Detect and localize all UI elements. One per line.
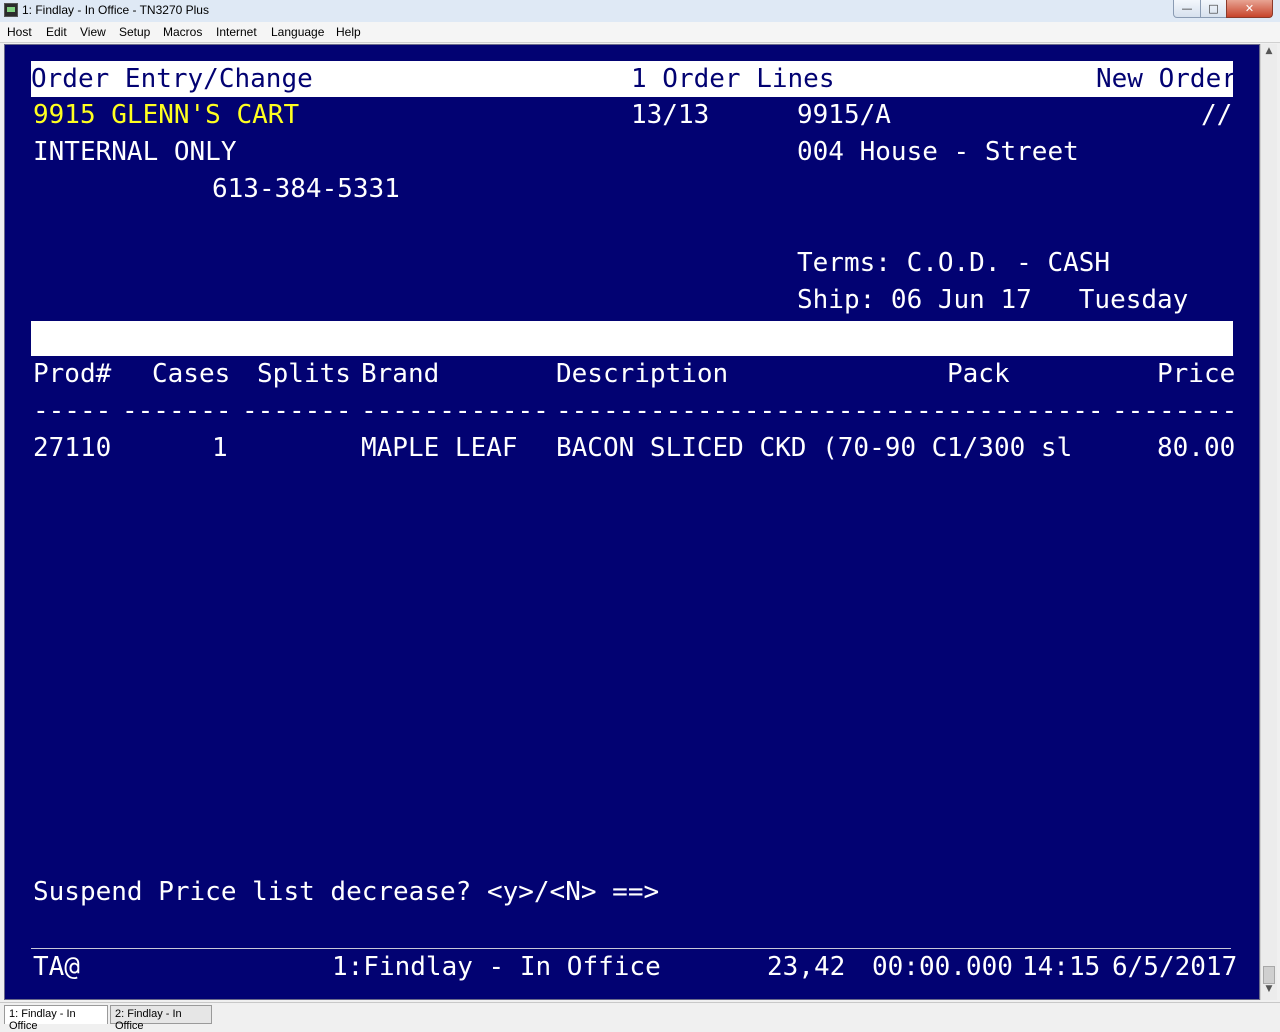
prompt-text[interactable]: Suspend Price list decrease? <y>/<N> ==>: [33, 876, 659, 908]
close-button[interactable]: ✕: [1226, 0, 1273, 18]
route-address: 004 House - Street: [797, 137, 1079, 167]
cell-price: 80.00: [1157, 433, 1236, 463]
screen-title: Order Entry/Change: [31, 64, 313, 94]
status-time: 14:15: [1022, 952, 1101, 982]
dash-prod: -----: [33, 396, 112, 426]
ship-date: Ship: 06 Jun 17 Tuesday: [797, 285, 1189, 315]
scroll-down-icon[interactable]: ▼: [1263, 984, 1275, 998]
menu-edit[interactable]: Edit: [46, 25, 67, 39]
column-prod: Prod#: [33, 359, 112, 389]
column-brand: Brand: [361, 359, 440, 389]
record-count: 13/13: [631, 100, 710, 130]
scroll-up-icon[interactable]: ▲: [1263, 46, 1275, 60]
window-title: 1: Findlay - In Office - TN3270 Plus: [22, 3, 209, 17]
status-session: 1:Findlay - In Office: [332, 952, 661, 982]
vertical-scrollbar[interactable]: ▲ ▼: [1260, 44, 1277, 1000]
account-number: 9915/A: [797, 100, 891, 130]
maximize-button[interactable]: □: [1200, 0, 1227, 18]
menu-macros[interactable]: Macros: [163, 25, 202, 39]
customer-note: INTERNAL ONLY: [33, 137, 237, 167]
tab-session-2[interactable]: 2: Findlay - In Office: [110, 1005, 212, 1032]
column-splits: Splits: [257, 359, 351, 389]
menu-language[interactable]: Language: [271, 25, 324, 39]
status-left: TA@: [33, 952, 80, 982]
title-bar: 1: Findlay - In Office - TN3270 Plus — □…: [0, 0, 1280, 23]
cell-description: BACON SLICED CKD (70-90 C: [556, 433, 948, 463]
dash-cases: -------: [122, 396, 232, 426]
column-cases: Cases: [152, 359, 231, 389]
date-field: //: [1201, 100, 1233, 130]
column-price: Price: [1157, 359, 1236, 389]
app-icon[interactable]: [4, 3, 18, 17]
cursor-position: 23,42: [767, 952, 846, 982]
cell-brand: MAPLE LEAF: [361, 433, 518, 463]
menu-internet[interactable]: Internet: [216, 25, 257, 39]
status-date: 6/5/2017: [1112, 952, 1238, 982]
tab-session-1[interactable]: 1: Findlay - In Office: [4, 1005, 108, 1032]
dash-price: --------: [1112, 396, 1238, 426]
dash-pack: ----------: [947, 396, 1104, 426]
status-timer: 00:00.000: [872, 952, 1013, 982]
menu-help[interactable]: Help: [336, 25, 361, 39]
session-tabs: 1: Findlay - In Office 2: Findlay - In O…: [0, 1002, 1280, 1032]
screen-mode: New Order: [1096, 64, 1237, 94]
screen-section: 1 Order Lines: [631, 64, 835, 94]
cell-cases[interactable]: 1: [212, 432, 228, 464]
cell-prod[interactable]: 27110: [33, 432, 111, 464]
minimize-button[interactable]: —: [1173, 0, 1201, 18]
payment-terms: Terms: C.O.D. - CASH: [797, 248, 1111, 278]
scroll-thumb[interactable]: [1263, 966, 1275, 984]
cell-pack: 1/300 sl: [947, 433, 1073, 463]
menu-view[interactable]: View: [80, 25, 106, 39]
separator-bar: [31, 321, 1233, 356]
menu-bar: Host Edit View Setup Macros Internet Lan…: [0, 22, 1280, 43]
status-divider: [31, 948, 1231, 949]
menu-host[interactable]: Host: [7, 25, 32, 39]
terminal-screen[interactable]: Order Entry/Change 1 Order Lines New Ord…: [4, 44, 1260, 1000]
menu-setup[interactable]: Setup: [119, 25, 150, 39]
dash-splits: -------: [242, 396, 352, 426]
column-description: Description: [556, 359, 729, 389]
column-pack: Pack: [947, 359, 1010, 389]
phone-number: 613-384-5331: [212, 174, 400, 204]
customer-name: 9915 GLENN'S CART: [33, 100, 300, 130]
dash-description: -------------------------: [556, 396, 948, 426]
dash-brand: ------------: [361, 396, 549, 426]
